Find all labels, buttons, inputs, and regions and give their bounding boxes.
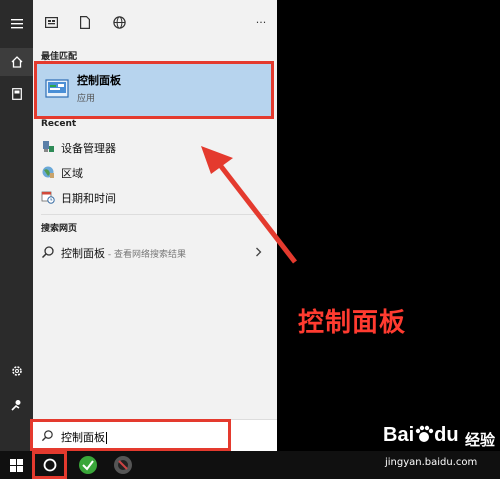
search-icon bbox=[41, 246, 54, 259]
apps-filter-icon[interactable] bbox=[41, 12, 61, 32]
baidu-paw-icon bbox=[415, 425, 434, 442]
documents-icon[interactable] bbox=[0, 80, 33, 108]
annotation-box-best-match bbox=[34, 61, 274, 119]
watermark-url: jingyan.baidu.com bbox=[385, 457, 478, 468]
section-web: 搜索网页 bbox=[41, 224, 78, 234]
documents-filter-icon[interactable] bbox=[75, 12, 95, 32]
hamburger-menu-icon[interactable] bbox=[0, 10, 33, 38]
annotation-label: 控制面板 bbox=[298, 308, 407, 338]
watermark-brand-part1: Bai bbox=[383, 424, 415, 446]
annotation-box-cortana bbox=[32, 451, 67, 479]
recent-item-label: 日期和时间 bbox=[61, 192, 116, 205]
dark-app-icon[interactable] bbox=[113, 455, 133, 475]
recent-item-label: 设备管理器 bbox=[61, 142, 116, 155]
web-result-query: 控制面板 bbox=[61, 247, 105, 260]
section-recent: Recent bbox=[41, 119, 77, 129]
baidu-jingyan-watermark: Bai du 经验 jingyan.baidu.com bbox=[383, 420, 495, 476]
annotation-box-search bbox=[30, 419, 231, 451]
feedback-icon[interactable] bbox=[0, 391, 33, 419]
settings-gear-icon[interactable] bbox=[0, 357, 33, 385]
device-manager-icon bbox=[43, 141, 54, 152]
web-result-label: 控制面板 - 查看网络搜索结果 bbox=[61, 245, 186, 261]
watermark-brand: Bai du bbox=[383, 424, 459, 447]
web-result-hint: - 查看网络搜索结果 bbox=[105, 250, 186, 260]
annotation-arrow bbox=[201, 146, 297, 264]
green-app-icon[interactable] bbox=[78, 455, 98, 475]
filter-bar: ··· bbox=[33, 0, 277, 44]
home-icon[interactable] bbox=[0, 48, 33, 76]
start-left-rail bbox=[0, 0, 33, 451]
more-options-icon[interactable]: ··· bbox=[251, 12, 271, 32]
watermark-brand-part2: du bbox=[434, 424, 459, 446]
watermark-jingyan: 经验 bbox=[465, 431, 496, 449]
date-time-icon bbox=[41, 191, 55, 204]
recent-item-label: 区域 bbox=[61, 167, 83, 180]
web-filter-globe-icon[interactable] bbox=[109, 12, 129, 32]
region-icon bbox=[42, 166, 54, 178]
windows-start-icon[interactable] bbox=[10, 459, 23, 472]
